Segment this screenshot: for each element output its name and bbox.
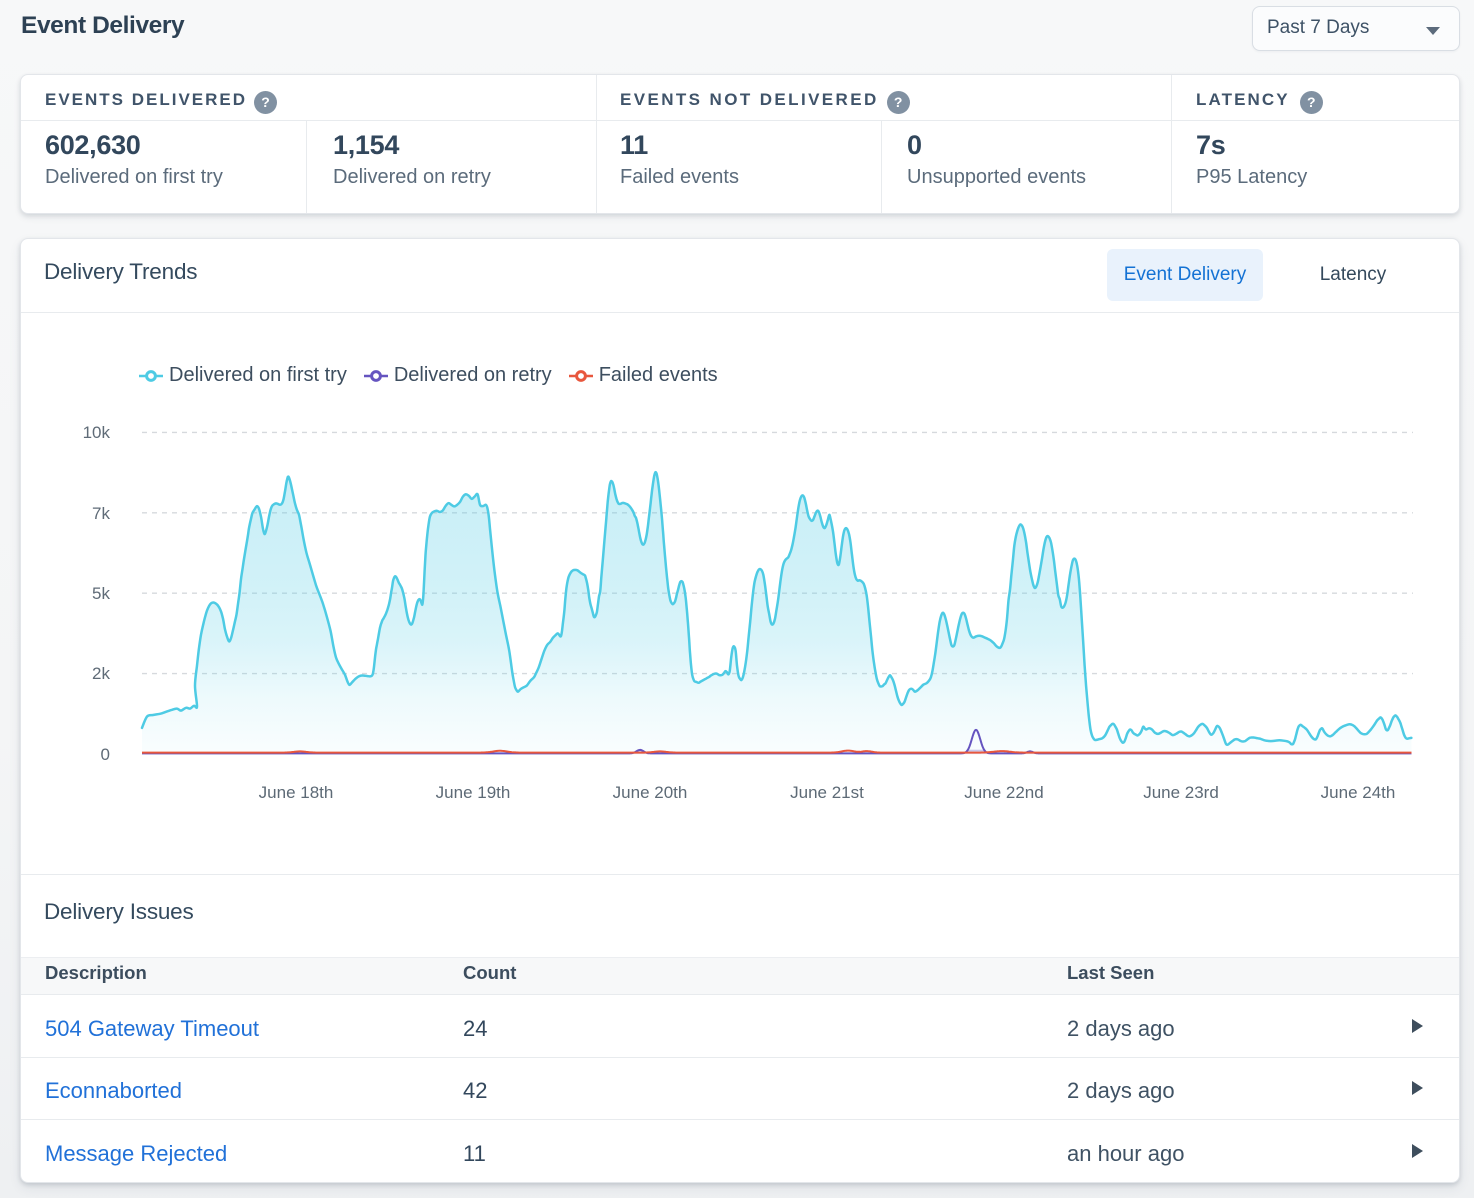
svg-text:June 22nd: June 22nd xyxy=(964,783,1043,802)
svg-text:June 20th: June 20th xyxy=(613,783,688,802)
svg-text:2k: 2k xyxy=(92,664,110,683)
svg-text:7k: 7k xyxy=(92,504,110,523)
svg-text:June 23rd: June 23rd xyxy=(1143,783,1219,802)
svg-text:June 21st: June 21st xyxy=(790,783,864,802)
svg-text:June 18th: June 18th xyxy=(259,783,334,802)
svg-text:June 24th: June 24th xyxy=(1321,783,1396,802)
svg-text:10k: 10k xyxy=(83,423,111,442)
svg-text:June 19th: June 19th xyxy=(436,783,511,802)
svg-text:0: 0 xyxy=(101,745,110,764)
svg-text:5k: 5k xyxy=(92,584,110,603)
